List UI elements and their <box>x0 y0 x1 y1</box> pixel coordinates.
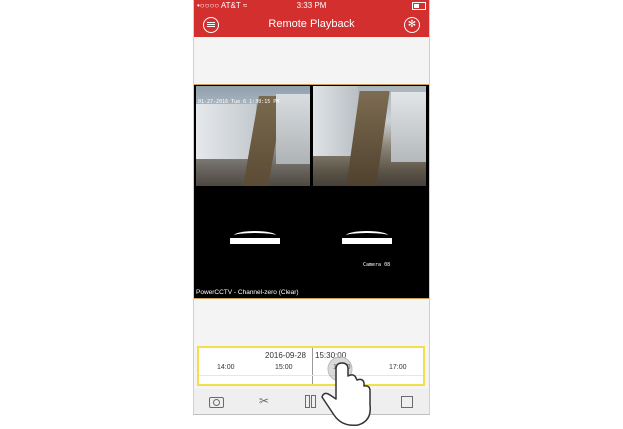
timeline-tick: 15:00 <box>275 364 293 371</box>
scissors-icon: ✂ <box>258 394 270 408</box>
camera-icon <box>209 397 224 408</box>
channel-label: PowerCCTV - Channel-zero (Clear) <box>196 289 299 296</box>
timeline-tick: 17:00 <box>389 364 407 371</box>
video-player[interactable]: 01-27-2016 Tue 6 1:30:15 PM Camera 08 Po… <box>194 84 429 299</box>
brand-logo <box>230 231 280 247</box>
clip-button[interactable] <box>398 393 416 409</box>
camera-view-1[interactable]: 01-27-2016 Tue 6 1:30:15 PM <box>196 86 310 186</box>
status-bar: •○○○○ AT&T ≈ 3:33 PM <box>194 0 429 12</box>
status-time: 3:33 PM <box>296 1 327 10</box>
page-title: Remote Playback <box>268 18 355 30</box>
cut-button[interactable]: ✂ <box>255 393 273 409</box>
camera-label: Camera 08 <box>363 262 391 268</box>
battery-icon <box>412 1 426 10</box>
settings-button[interactable]: ✻ <box>404 17 420 33</box>
camera-view-2[interactable] <box>313 86 426 186</box>
touch-hand-icon <box>321 356 371 427</box>
timeline-tick: 14:00 <box>217 364 235 371</box>
brand-logo <box>342 231 392 247</box>
timeline-date: 2016-09-28 <box>265 351 306 360</box>
snapshot-button[interactable] <box>207 393 225 409</box>
phone-screen: •○○○○ AT&T ≈ 3:33 PM Remote Playback ✻ 0… <box>193 0 430 415</box>
navigation-bar: Remote Playback ✻ <box>194 12 429 37</box>
camera-osd: 01-27-2016 Tue 6 1:30:15 PM <box>198 99 280 105</box>
clip-icon <box>401 396 413 408</box>
gear-icon: ✻ <box>407 19 417 30</box>
